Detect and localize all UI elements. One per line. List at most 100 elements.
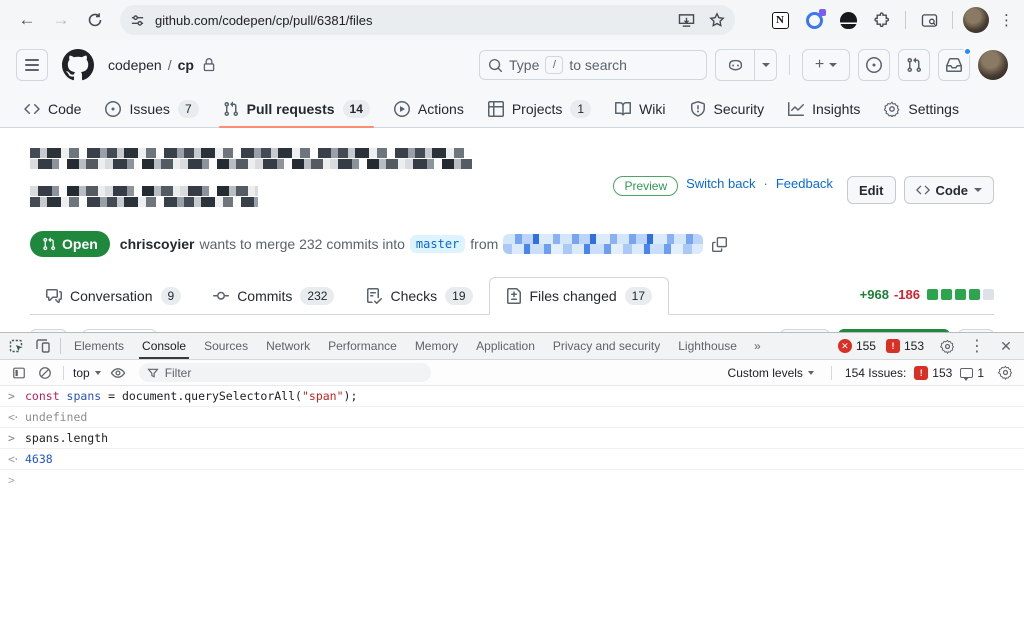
messages-count[interactable]: 1: [960, 366, 984, 380]
diff-settings-gear-button[interactable]: [958, 329, 994, 332]
console-error-badge[interactable]: ✕ 155: [838, 339, 876, 353]
url-bar[interactable]: github.com/codepen/cp/pull/6381/files: [120, 5, 735, 35]
tab-commits[interactable]: Commits 232: [197, 278, 350, 314]
forward-icon[interactable]: →: [47, 6, 75, 34]
code-button[interactable]: Code: [904, 176, 995, 204]
more-tabs-chevron[interactable]: »: [746, 339, 769, 353]
devtools-tab-performance[interactable]: Performance: [319, 333, 406, 359]
console-settings-gear-icon[interactable]: [992, 360, 1018, 386]
tab-issues[interactable]: Issues 7: [93, 90, 210, 127]
tab-code[interactable]: Code: [12, 90, 93, 127]
pr-count-badge: 14: [343, 100, 370, 118]
git-commit-icon: [213, 288, 229, 304]
console-log-area[interactable]: > const spans = document.querySelectorAl…: [0, 386, 1024, 641]
devtools-tabbar: Elements Console Sources Network Perform…: [0, 333, 1024, 360]
extensions-puzzle-icon[interactable]: [868, 6, 896, 34]
site-settings-icon[interactable]: [130, 13, 145, 28]
context-selector[interactable]: top: [69, 366, 105, 380]
search-icon: [488, 58, 503, 73]
copy-branch-icon[interactable]: [712, 237, 727, 252]
copilot-icon[interactable]: [716, 50, 754, 80]
github-logo-icon[interactable]: [62, 49, 94, 81]
console-sidebar-icon[interactable]: [6, 360, 32, 386]
password-extension-icon[interactable]: [800, 6, 828, 34]
tab-files-changed[interactable]: Files changed 17: [489, 277, 670, 315]
custom-levels-dropdown[interactable]: Custom levels: [724, 366, 818, 380]
notion-extension-icon[interactable]: N: [766, 6, 794, 34]
tab-wiki[interactable]: Wiki: [603, 90, 677, 127]
repo-nav: Code Issues 7 Pull requests 14 Actions P…: [0, 90, 1024, 128]
install-icon[interactable]: [678, 13, 695, 28]
feedback-link[interactable]: Feedback: [776, 176, 833, 191]
search-tabs-icon[interactable]: [915, 6, 943, 34]
issues-badge[interactable]: ! 153: [886, 339, 924, 353]
review-changes-button[interactable]: [780, 329, 830, 332]
book-icon: [615, 101, 631, 117]
console-filter-input[interactable]: Filter: [139, 363, 431, 382]
back-icon[interactable]: ←: [13, 6, 41, 34]
tab-insights[interactable]: Insights: [776, 90, 872, 127]
message-bubble-icon: [960, 368, 973, 378]
inspect-element-icon[interactable]: [4, 333, 30, 359]
global-nav-menu-button[interactable]: [16, 49, 48, 81]
devtools-menu-dots-icon[interactable]: ⋮: [964, 333, 990, 359]
devtools-tab-console[interactable]: Console: [133, 333, 195, 359]
pull-requests-button[interactable]: [898, 49, 930, 81]
create-new-button[interactable]: +: [802, 49, 850, 81]
tab-actions[interactable]: Actions: [382, 90, 476, 127]
files-filter-tab[interactable]: All…: [81, 329, 158, 332]
issues-count-link[interactable]: ! 153: [914, 366, 952, 380]
base-branch-label[interactable]: master: [410, 235, 465, 253]
copilot-caret[interactable]: [754, 50, 776, 80]
devtools-panel: Elements Console Sources Network Perform…: [0, 332, 1024, 641]
github-user-avatar[interactable]: [978, 50, 1008, 80]
browser-profile-avatar[interactable]: [962, 6, 990, 34]
pr-state-badge: Open: [30, 231, 110, 257]
bookmark-star-icon[interactable]: [709, 12, 725, 28]
issues-button[interactable]: [858, 49, 890, 81]
reload-icon[interactable]: [81, 6, 109, 34]
file-tree-toggle-button[interactable]: [30, 329, 67, 332]
burger-extension-icon[interactable]: [834, 6, 862, 34]
tab-settings[interactable]: Settings: [872, 90, 971, 127]
devtools-tab-memory[interactable]: Memory: [406, 333, 467, 359]
console-prompt[interactable]: >: [0, 470, 1024, 490]
clear-console-icon[interactable]: [32, 360, 58, 386]
tab-checks[interactable]: Checks 19: [350, 278, 488, 314]
switch-back-link[interactable]: Switch back: [686, 176, 755, 191]
breadcrumb-org[interactable]: codepen: [108, 57, 162, 73]
devtools-tab-network[interactable]: Network: [257, 333, 319, 359]
tab-projects[interactable]: Projects 1: [476, 90, 603, 127]
tab-conversation[interactable]: Conversation 9: [30, 278, 197, 314]
tab-security[interactable]: Security: [678, 90, 777, 127]
url-text[interactable]: github.com/codepen/cp/pull/6381/files: [155, 13, 664, 28]
tab-pull-requests[interactable]: Pull requests 14: [211, 90, 382, 127]
head-branch-redacted[interactable]: [503, 234, 703, 254]
devtools-tab-privacy[interactable]: Privacy and security: [544, 333, 669, 359]
eye-live-expression-icon[interactable]: [105, 360, 131, 386]
devtools-settings-gear-icon[interactable]: [934, 333, 960, 359]
browser-menu-icon[interactable]: ⋮: [999, 11, 1014, 29]
notifications-inbox-button[interactable]: [938, 49, 970, 81]
submit-review-button[interactable]: Submit review: [838, 329, 950, 332]
devtools-tab-elements[interactable]: Elements: [65, 333, 133, 359]
issue-square-icon: !: [886, 339, 900, 353]
console-input-entry: > spans.length: [0, 428, 1024, 449]
console-result-entry: <· 4638: [0, 449, 1024, 470]
copilot-button[interactable]: [715, 49, 777, 81]
graph-icon: [788, 101, 804, 117]
pr-author-link[interactable]: chriscoyier: [120, 236, 195, 252]
search-input[interactable]: Type / to search: [479, 50, 707, 80]
private-lock-icon: [202, 58, 216, 72]
edit-button[interactable]: Edit: [847, 176, 896, 204]
breadcrumb-repo[interactable]: cp: [178, 57, 194, 73]
devtools-tab-application[interactable]: Application: [467, 333, 544, 359]
devtools-tab-lighthouse[interactable]: Lighthouse: [669, 333, 746, 359]
code-icon: [24, 101, 40, 117]
device-toolbar-icon[interactable]: [30, 333, 56, 359]
devtools-close-icon[interactable]: ✕: [994, 338, 1018, 355]
git-pull-request-icon: [906, 57, 922, 73]
github-header: codepen / cp Type / to search +: [0, 40, 1024, 90]
issue-opened-icon: [105, 101, 121, 117]
devtools-tab-sources[interactable]: Sources: [195, 333, 257, 359]
